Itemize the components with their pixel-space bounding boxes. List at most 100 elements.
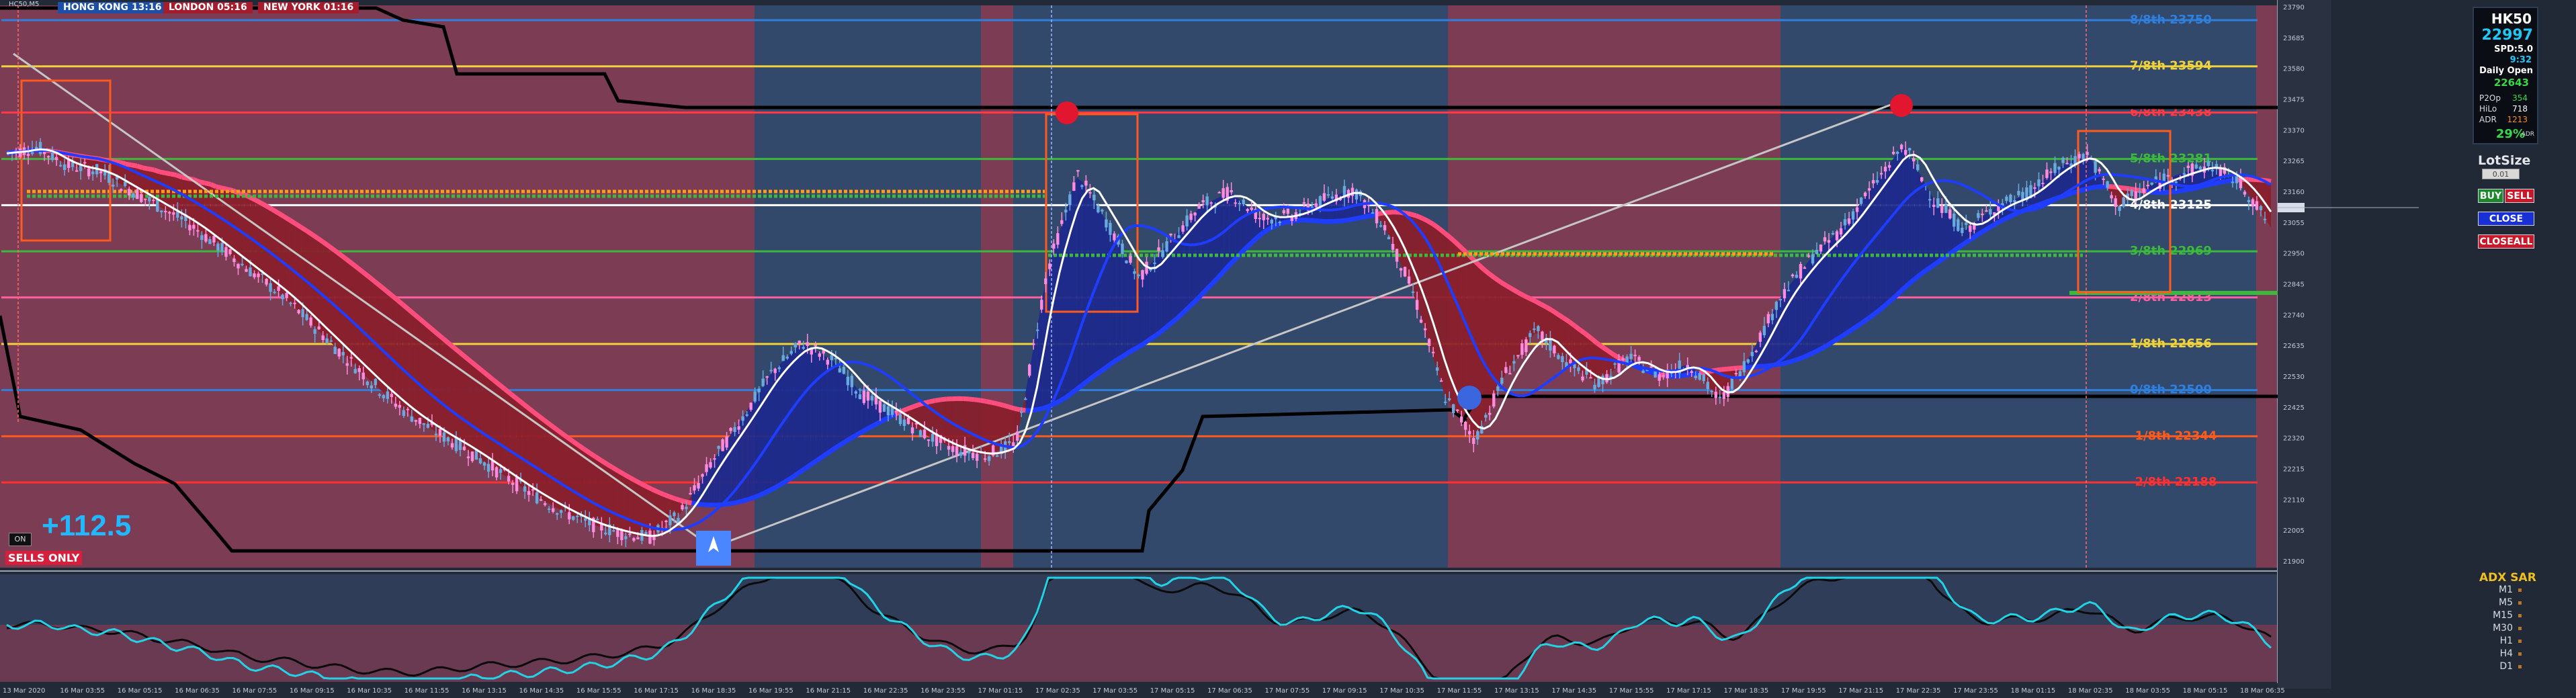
- candle-body: [2033, 187, 2036, 189]
- adx-status-dot: [2518, 665, 2522, 668]
- candle-body: [1791, 274, 1795, 277]
- candle-body: [1714, 392, 1717, 398]
- trend-envelope: [646, 486, 652, 538]
- candle-body: [1989, 209, 1992, 215]
- slow-ma-band: [820, 451, 829, 460]
- candle-body: [196, 230, 200, 232]
- candle-body: [1197, 204, 1201, 209]
- candle-body: [777, 367, 781, 369]
- candle-body: [2106, 181, 2109, 188]
- candle-body: [2118, 206, 2121, 211]
- slow-ma-band: [1008, 404, 1015, 411]
- candle-body: [547, 508, 551, 510]
- lot-size-input[interactable]: [2482, 169, 2520, 179]
- candle-body: [2182, 173, 2186, 175]
- candle-body: [995, 455, 999, 457]
- slow-ma-band: [742, 497, 749, 504]
- candle-body: [620, 530, 624, 540]
- candle-body: [971, 452, 975, 458]
- slow-ma-band: [1137, 341, 1146, 349]
- slow-ma-band: [125, 161, 132, 167]
- time-tick-label: 16 Mar 03:55: [60, 687, 105, 695]
- trend-envelope: [918, 403, 924, 434]
- candle-body: [862, 390, 866, 403]
- candle-body: [450, 443, 454, 448]
- candle-body: [902, 419, 906, 427]
- candle-body: [1525, 339, 1528, 353]
- sell-button[interactable]: SELL: [2505, 189, 2534, 203]
- time-tick-label: 16 Mar 23:55: [920, 687, 965, 695]
- slow-ma-band: [991, 400, 998, 406]
- candle-body: [850, 376, 854, 388]
- candle-body: [2231, 181, 2235, 183]
- candle-body: [2102, 178, 2105, 180]
- candle-body: [329, 340, 333, 342]
- candle-body: [1758, 333, 1762, 342]
- candle-body: [1286, 208, 1290, 214]
- slow-ma-band: [781, 478, 789, 486]
- spread-value: SPD:5.0: [2494, 44, 2533, 54]
- price-tick-label: 22950: [2283, 251, 2305, 258]
- slow-ma-band: [1036, 406, 1043, 412]
- slow-ma-band: [1647, 369, 1655, 376]
- slow-ma-band: [1511, 287, 1520, 295]
- candle-body: [1266, 218, 1269, 220]
- candle-body: [402, 410, 406, 417]
- time-tick-label: 17 Mar 19:55: [1781, 687, 1826, 695]
- trend-envelope: [974, 399, 981, 455]
- price-tick-label: 21900: [2283, 558, 2305, 566]
- adx-timeframe-label: D1: [2499, 661, 2513, 672]
- slow-ma-band: [1359, 214, 1366, 220]
- candle-body: [2094, 161, 2097, 173]
- candle-body: [1633, 355, 1637, 357]
- candle-body: [1593, 384, 1596, 390]
- time-tick-label: 16 Mar 07:55: [232, 687, 277, 695]
- indicator-title: ADX SAR: [2479, 571, 2536, 584]
- slow-ma-band: [803, 463, 812, 471]
- time-tick-label: 16 Mar 13:15: [462, 687, 507, 695]
- symbol-name: HK50: [2491, 11, 2532, 27]
- candle-body: [898, 414, 902, 425]
- candle-body: [1887, 165, 1891, 168]
- price-chart[interactable]: 8/8th 237507/8th 235946/8th 234385/8th 2…: [0, 0, 2576, 698]
- candle-body: [414, 420, 418, 422]
- trend-envelope: [720, 442, 726, 505]
- candle-body: [99, 171, 103, 174]
- candle-body: [1819, 245, 1823, 252]
- candle-body: [1541, 331, 1544, 341]
- candle-body: [325, 338, 329, 343]
- slow-ma-band: [1918, 269, 1928, 277]
- candle-body: [717, 445, 720, 449]
- candle-body: [2146, 185, 2149, 187]
- candle-body: [1778, 299, 1783, 301]
- adx-status-dot: [2518, 614, 2522, 617]
- osc-lower-band: [0, 625, 2278, 682]
- slow-ma-band: [1556, 312, 1565, 320]
- slow-ma-band: [759, 490, 767, 498]
- candle-body: [1318, 196, 1322, 208]
- closeall-button[interactable]: CLOSEALL: [2478, 234, 2534, 249]
- candle-body: [1815, 249, 1819, 255]
- candle-body: [62, 164, 67, 170]
- slow-ma-band: [2208, 181, 2215, 187]
- adx-status-dot: [2518, 627, 2522, 630]
- candle-body: [1811, 255, 1815, 264]
- adr-percent: 29%: [2495, 127, 2525, 141]
- candle-body: [297, 310, 300, 314]
- slow-ma-band: [1120, 351, 1129, 359]
- candle-body: [426, 423, 430, 428]
- candle-body: [1795, 275, 1799, 278]
- candle-body: [1221, 188, 1225, 198]
- candle-body: [1217, 191, 1221, 193]
- candle-body: [269, 283, 272, 292]
- on-badge[interactable]: ON: [9, 533, 32, 546]
- candle-body: [495, 467, 499, 478]
- candle-body: [1133, 271, 1136, 274]
- candle-body: [878, 400, 882, 413]
- buy-button[interactable]: BUY: [2478, 189, 2503, 203]
- trend-envelope: [742, 408, 748, 501]
- close-button[interactable]: CLOSE: [2478, 212, 2534, 226]
- slow-ma-band: [1426, 218, 1434, 226]
- session-tag-london: LONDON 05:16: [163, 2, 253, 13]
- slow-ma-band: [1715, 367, 1723, 373]
